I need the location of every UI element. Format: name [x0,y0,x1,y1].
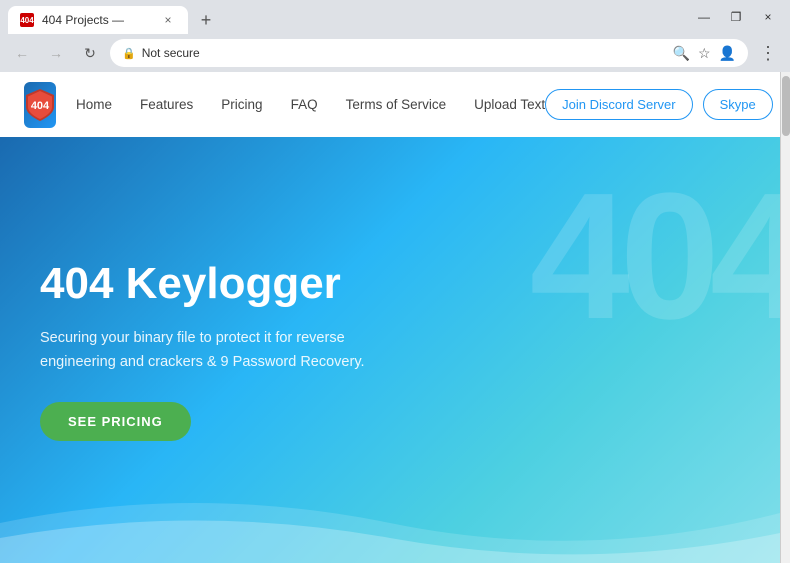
webpage: 404 Home Features Pricing FAQ Terms of S… [0,72,780,563]
hero-subtitle: Securing your binary file to protect it … [40,327,380,373]
site-logo: 404 [24,82,56,128]
skype-button[interactable]: Skype [703,89,773,120]
nav-buttons: Join Discord Server Skype [545,89,773,120]
tab-area: 404 404 Projects — × + [8,0,682,34]
browser-frame: 404 404 Projects — × + — ❐ × ← → ↻ 🔒 Not… [0,0,790,563]
see-pricing-button[interactable]: SEE PRICING [40,402,191,441]
hero-bg-text: 404 [530,167,780,347]
svg-text:404: 404 [31,100,50,112]
star-icon[interactable]: ☆ [698,45,711,62]
url-text: Not secure [142,46,200,60]
tab-title: 404 Projects — [42,13,124,27]
nav-links: Home Features Pricing FAQ Terms of Servi… [76,97,545,112]
close-button[interactable]: × [754,3,782,31]
tab-favicon: 404 [20,13,34,27]
logo-shield: 404 [24,87,56,123]
new-tab-button[interactable]: + [192,6,220,34]
hero-title: 404 Keylogger [40,259,740,309]
forward-button[interactable]: → [42,39,70,67]
window-controls: — ❐ × [690,3,782,31]
tab-close-button[interactable]: × [160,12,176,28]
more-button[interactable]: ⋮ [754,39,782,67]
hero-section: 404 404 Keylogger Securing your binary f… [0,137,780,563]
hero-wave [0,483,780,563]
scrollbar[interactable] [780,72,790,563]
browser-tab[interactable]: 404 404 Projects — × [8,6,188,34]
address-icons: 🔍 ☆ 👤 [673,45,736,62]
discord-button[interactable]: Join Discord Server [545,89,692,120]
nav-pricing[interactable]: Pricing [221,97,262,112]
nav-terms[interactable]: Terms of Service [346,97,447,112]
address-input[interactable]: 🔒 Not secure 🔍 ☆ 👤 [110,39,748,67]
security-icon: 🔒 [122,47,136,60]
minimize-button[interactable]: — [690,3,718,31]
address-bar: ← → ↻ 🔒 Not secure 🔍 ☆ 👤 ⋮ [0,34,790,72]
site-nav: 404 Home Features Pricing FAQ Terms of S… [0,72,780,137]
search-icon[interactable]: 🔍 [673,45,690,62]
nav-faq[interactable]: FAQ [291,97,318,112]
nav-home[interactable]: Home [76,97,112,112]
title-bar: 404 404 Projects — × + — ❐ × [0,0,790,34]
content-area: 404 Home Features Pricing FAQ Terms of S… [0,72,790,563]
back-button[interactable]: ← [8,39,36,67]
nav-upload[interactable]: Upload Text [474,97,545,112]
account-icon[interactable]: 👤 [719,45,736,62]
nav-features[interactable]: Features [140,97,193,112]
scrollbar-thumb[interactable] [782,76,790,136]
refresh-button[interactable]: ↻ [76,39,104,67]
restore-button[interactable]: ❐ [722,3,750,31]
